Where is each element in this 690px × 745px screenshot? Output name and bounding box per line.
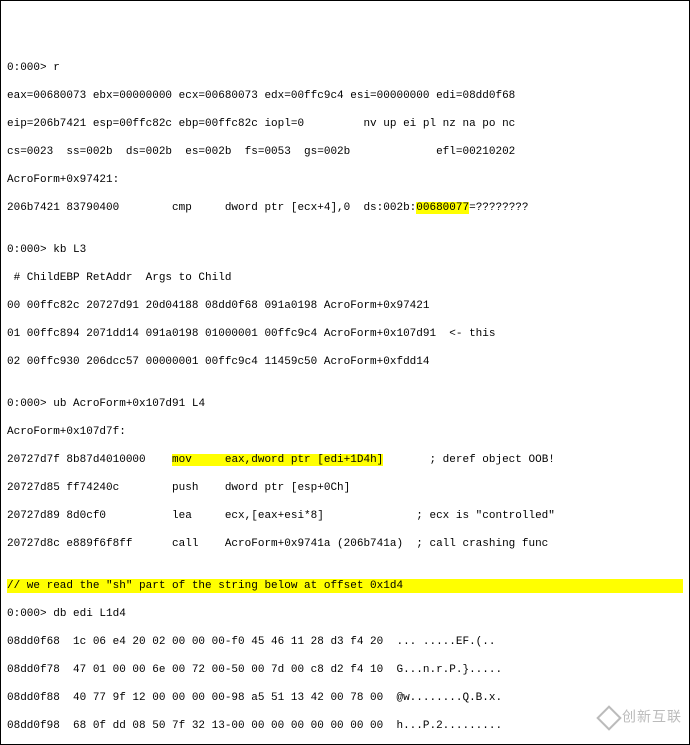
- ub-row: 20727d85 ff74240c push dword ptr [esp+0C…: [7, 481, 683, 495]
- kb-header: # ChildEBP RetAddr Args to Child: [7, 271, 683, 285]
- dbg-line: 0:000> kb L3: [7, 243, 683, 257]
- ub-header: AcroForm+0x107d7f:: [7, 425, 683, 439]
- ub-row: 20727d89 8d0cf0 lea ecx,[eax+esi*8] ; ec…: [7, 509, 683, 523]
- hex-row: 08dd0f68 1c 06 e4 20 02 00 00 00-f0 45 4…: [7, 635, 683, 649]
- dbg-line: 0:000> ub AcroForm+0x107d91 L4: [7, 397, 683, 411]
- regs-line: eax=00680073 ebx=00000000 ecx=00680073 e…: [7, 89, 683, 103]
- hex-row: 08dd0f98 68 0f dd 08 50 7f 32 13-00 00 0…: [7, 719, 683, 733]
- regs-line: cs=0023 ss=002b ds=002b es=002b fs=0053 …: [7, 145, 683, 159]
- kb-row: 01 00ffc894 2071dd14 091a0198 01000001 0…: [7, 327, 683, 341]
- highlight-address: 00680077: [416, 202, 469, 214]
- hex-row: 08dd0f88 40 77 9f 12 00 00 00 00-98 a5 5…: [7, 691, 683, 705]
- regs-line: eip=206b7421 esp=00ffc82c ebp=00ffc82c i…: [7, 117, 683, 131]
- kb-row: 02 00ffc930 206dcc57 00000001 00ffc9c4 1…: [7, 355, 683, 369]
- ub-row: 20727d8c e889f6f8ff call AcroForm+0x9741…: [7, 537, 683, 551]
- hex-row: 08dd0f78 47 01 00 00 6e 00 72 00-50 00 7…: [7, 663, 683, 677]
- ub-row: 20727d7f 8b87d4010000 mov eax,dword ptr …: [7, 453, 683, 467]
- dbg-line: 0:000> r: [7, 61, 683, 75]
- regs-line: 206b7421 83790400 cmp dword ptr [ecx+4],…: [7, 201, 683, 215]
- regs-line: AcroForm+0x97421:: [7, 173, 683, 187]
- comment-line: // we read the "sh" part of the string b…: [7, 579, 683, 593]
- highlight-instr: mov eax,dword ptr [edi+1D4h]: [172, 454, 383, 466]
- kb-row: 00 00ffc82c 20727d91 20d04188 08dd0f68 0…: [7, 299, 683, 313]
- dbg-line: 0:000> db edi L1d4: [7, 607, 683, 621]
